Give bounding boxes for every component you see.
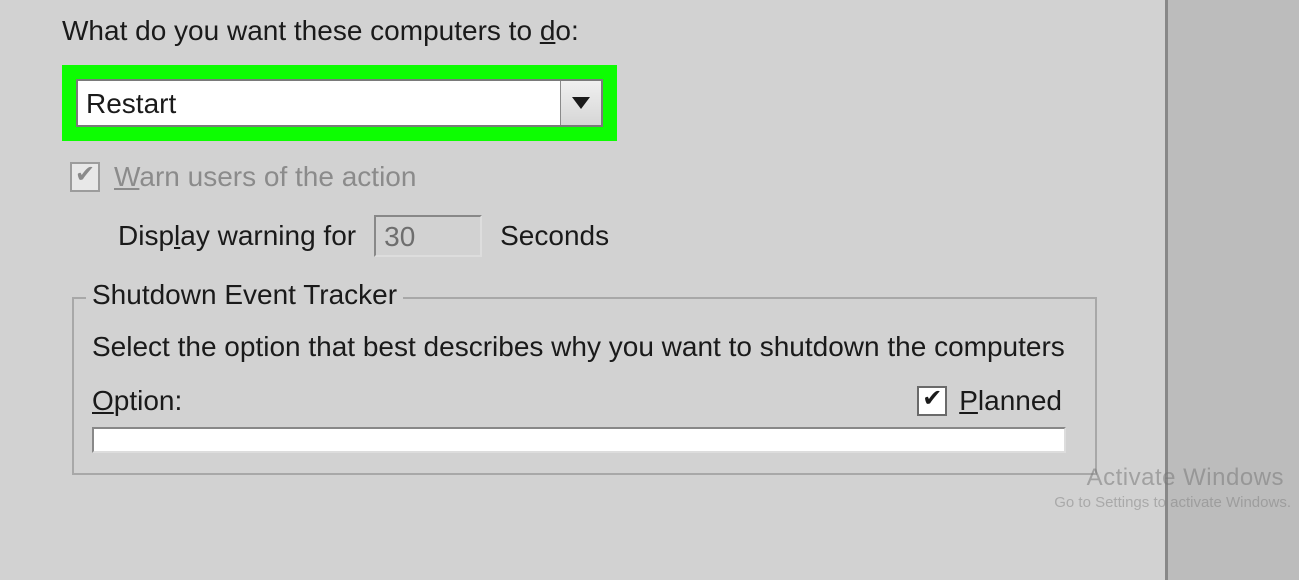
display-warning-seconds-input[interactable]: 30	[374, 215, 482, 257]
warn-users-label: Warn users of the action	[114, 161, 416, 193]
display-warning-label: Display warning for	[118, 220, 356, 252]
action-combobox[interactable]: Restart	[76, 79, 603, 127]
windows-watermark-title: Activate Windows	[1087, 464, 1284, 492]
shutdown-event-tracker-group: Shutdown Event Tracker Select the option…	[72, 297, 1097, 475]
checkmark-icon: ✔	[75, 162, 95, 188]
checkmark-icon: ✔	[922, 386, 942, 412]
group-legend: Shutdown Event Tracker	[86, 279, 403, 311]
warn-users-row: ✔ Warn users of the action	[70, 161, 1165, 193]
action-combobox-value: Restart	[78, 81, 560, 125]
chevron-down-icon[interactable]	[560, 81, 601, 125]
planned-label: Planned	[959, 385, 1062, 417]
windows-watermark-sub: Go to Settings to activate Windows.	[1054, 494, 1291, 511]
action-label: What do you want these computers to do:	[62, 15, 1165, 47]
option-combobox[interactable]	[92, 427, 1066, 453]
planned-checkbox[interactable]: ✔	[917, 386, 947, 416]
tracker-description: Select the option that best describes wh…	[92, 329, 1077, 365]
seconds-label: Seconds	[500, 220, 609, 252]
display-warning-row: Display warning for 30 Seconds	[118, 215, 1165, 257]
option-label: Option:	[92, 385, 182, 417]
action-highlight: Restart	[62, 65, 617, 141]
warn-users-checkbox: ✔	[70, 162, 100, 192]
